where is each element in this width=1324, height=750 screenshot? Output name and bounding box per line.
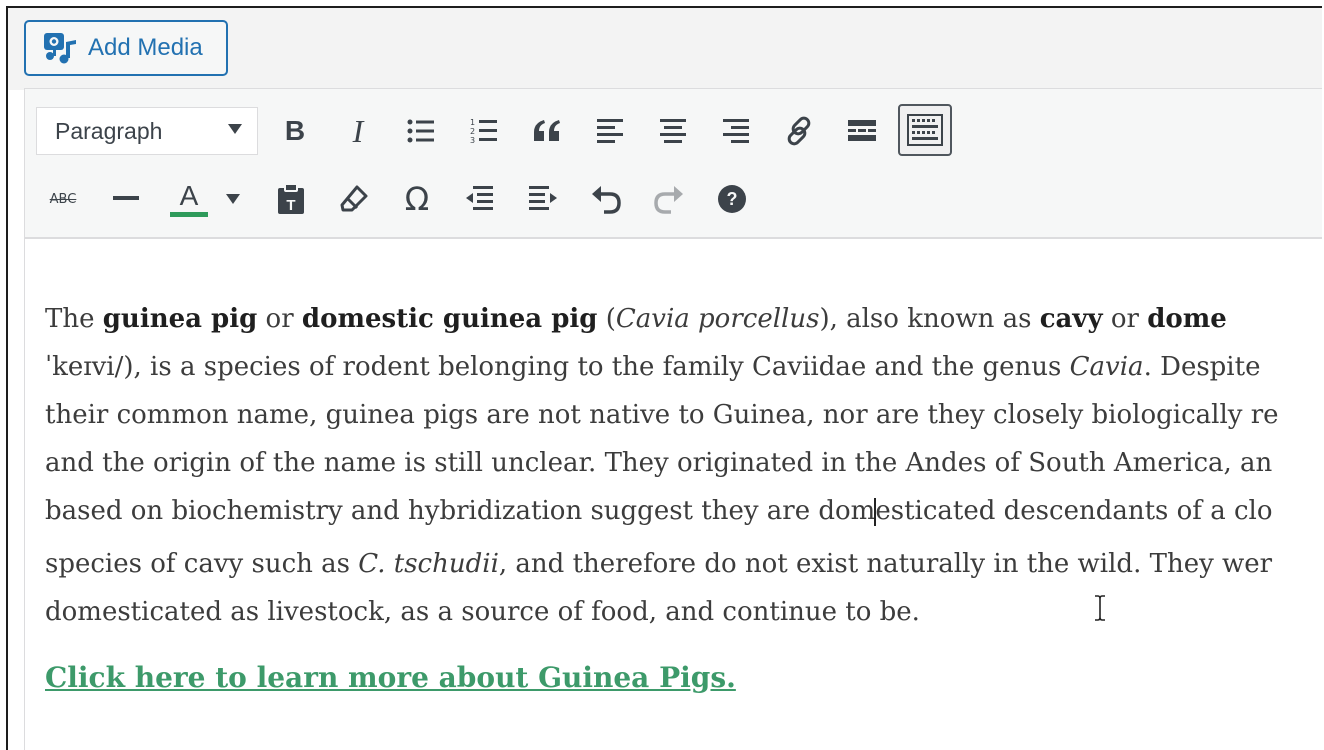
undo-icon — [592, 186, 621, 214]
clear-formatting-icon — [340, 185, 368, 212]
increase-indent-icon — [529, 186, 557, 210]
add-media-label: Add Media — [88, 34, 203, 61]
editor-content[interactable]: The guinea pig or domestic guinea pig (C… — [45, 295, 1322, 636]
help-icon: ? — [718, 185, 746, 213]
decrease-indent-button[interactable] — [456, 175, 504, 223]
editor-toolbar: Paragraph B I 1 2 3 ABC A T Ω ? — [25, 89, 1322, 239]
blockquote-icon — [534, 120, 560, 141]
paste-as-text-button[interactable]: T — [267, 175, 315, 223]
chevron-down-icon — [227, 122, 243, 140]
redo-icon — [654, 186, 683, 214]
paragraph-line: ˈkeɪvi/), is a species of rodent belongi… — [45, 352, 1261, 382]
align-left-icon — [597, 119, 623, 143]
paragraph-line: based on biochemistry and hybridization … — [45, 496, 1273, 526]
svg-text:1: 1 — [470, 118, 475, 127]
read-more-icon — [848, 120, 876, 141]
paragraph-line: The guinea pig or domestic guinea pig (C… — [45, 304, 1227, 334]
media-buttons-bar: Add Media — [8, 8, 1322, 90]
read-more-button[interactable] — [838, 107, 886, 155]
undo-button[interactable] — [582, 175, 630, 223]
text-color-icon: A — [179, 179, 199, 211]
ibeam-cursor-icon — [1093, 595, 1107, 626]
numbered-list-button[interactable]: 1 2 3 — [460, 107, 508, 155]
strikethrough-button[interactable]: ABC — [39, 175, 87, 223]
editor-frame: Add Media Paragraph B I 1 2 3 ABC A T Ω … — [6, 6, 1322, 750]
horizontal-line-button[interactable] — [102, 175, 150, 223]
horizontal-line-icon — [113, 196, 139, 200]
numbered-list-icon: 1 2 3 — [470, 118, 497, 145]
visual-editor: Paragraph B I 1 2 3 ABC A T Ω ? The guin… — [24, 88, 1322, 750]
align-right-button[interactable] — [712, 107, 760, 155]
insert-link-button[interactable] — [775, 107, 823, 155]
add-media-button[interactable]: Add Media — [24, 20, 228, 76]
paste-as-text-icon: T — [278, 183, 304, 214]
align-center-button[interactable] — [649, 107, 697, 155]
keyboard-shortcuts-button[interactable]: ? — [708, 175, 756, 223]
align-center-icon — [660, 119, 686, 143]
text-color-swatch — [170, 211, 208, 217]
insert-link-icon — [787, 116, 811, 146]
paragraph-line: and the origin of the name is still uncl… — [45, 448, 1273, 478]
text-color-button[interactable]: A — [165, 175, 213, 223]
align-right-icon — [723, 119, 749, 143]
chevron-down-icon — [226, 194, 240, 204]
strikethrough-icon: ABC — [49, 191, 77, 207]
format-select[interactable]: Paragraph — [36, 107, 258, 155]
toolbar-toggle-icon — [907, 114, 943, 146]
bold-icon: B — [284, 115, 306, 146]
svg-text:T: T — [286, 197, 295, 214]
italic-button[interactable]: I — [334, 107, 382, 155]
paragraph-line: species of cavy such as C. tschudii, and… — [45, 549, 1273, 579]
format-select-value: Paragraph — [55, 117, 163, 144]
align-left-button[interactable] — [586, 107, 634, 155]
bulleted-list-button[interactable] — [397, 107, 445, 155]
svg-text:2: 2 — [470, 127, 475, 136]
text-color-dropdown[interactable] — [217, 175, 249, 223]
svg-text:?: ? — [727, 189, 738, 209]
redo-button[interactable] — [645, 175, 693, 223]
svg-text:3: 3 — [470, 136, 475, 145]
italic-icon: I — [352, 112, 364, 149]
add-media-icon — [42, 30, 78, 66]
paragraph-line: domesticated as livestock, as a source o… — [45, 597, 920, 627]
learn-more-link[interactable]: Click here to learn more about Guinea Pi… — [45, 661, 736, 694]
decrease-indent-icon — [466, 186, 493, 210]
blockquote-button[interactable] — [523, 107, 571, 155]
special-character-button[interactable]: Ω — [393, 175, 441, 223]
clear-formatting-button[interactable] — [330, 175, 378, 223]
omega-icon: Ω — [404, 180, 430, 218]
paragraph-line: their common name, guinea pigs are not n… — [45, 400, 1279, 430]
bulleted-list-icon — [407, 119, 434, 143]
toolbar-toggle-button[interactable] — [898, 104, 952, 156]
bold-button[interactable]: B — [271, 107, 319, 155]
increase-indent-button[interactable] — [519, 175, 567, 223]
